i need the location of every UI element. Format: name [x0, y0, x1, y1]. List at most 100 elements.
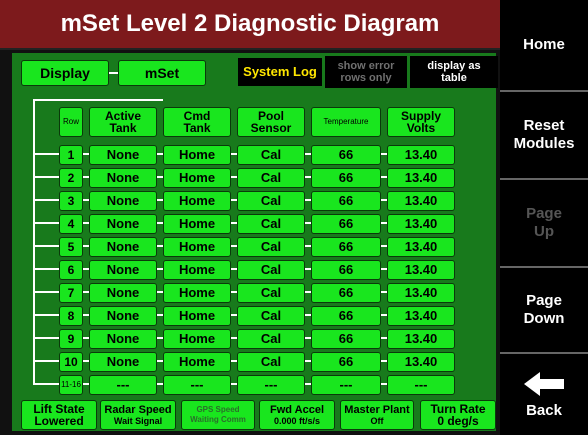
pool-sensor-cell: Cal — [237, 145, 305, 165]
tree-branch — [33, 176, 59, 178]
page-down-button[interactable]: Page Down — [500, 266, 588, 352]
row-number[interactable]: 4 — [59, 214, 83, 234]
cmd-tank-cell: Home — [163, 352, 231, 372]
page-down-line1: Page — [526, 292, 562, 309]
cmd-tank-cell: Home — [163, 306, 231, 326]
row-number[interactable]: 10 — [59, 352, 83, 372]
status-indicator: Turn Rate 0 deg/s — [420, 400, 496, 430]
header-cmd-tank: Cmd Tank — [163, 107, 231, 137]
pool-sensor-cell: Cal — [237, 329, 305, 349]
status-label: Master Plant — [344, 404, 410, 416]
supply-volts-cell: 13.40 — [387, 191, 455, 211]
page-up-line1: Page — [526, 205, 562, 222]
status-value: Wait Signal — [113, 416, 163, 426]
main-area: mSet Level 2 Diagnostic Diagram Display … — [0, 0, 500, 435]
cmd-tank-cell: Home — [163, 168, 231, 188]
reset-line2: Modules — [513, 135, 575, 152]
status-label: GPS Speed — [196, 405, 240, 414]
page-down-line2: Down — [523, 310, 565, 327]
status-value: Lowered — [34, 414, 84, 428]
pool-sensor-cell: Cal — [237, 168, 305, 188]
status-value: Off — [370, 416, 384, 426]
row-number[interactable]: 2 — [59, 168, 83, 188]
cmd-tank-cell: Home — [163, 329, 231, 349]
header-temperature: Temperature — [311, 107, 381, 137]
connector-line — [109, 72, 118, 74]
system-log-button[interactable]: System Log — [238, 58, 322, 86]
pool-sensor-cell: Cal — [237, 237, 305, 257]
temperature-cell: 66 — [311, 306, 381, 326]
row-number[interactable]: 1 — [59, 145, 83, 165]
supply-volts-cell: 13.40 — [387, 214, 455, 234]
active-tank-cell: None — [89, 306, 157, 326]
cmd-tank-cell: Home — [163, 237, 231, 257]
cmd-tank-cell: Home — [163, 260, 231, 280]
temperature-cell: 66 — [311, 237, 381, 257]
page-up-line2: Up — [534, 223, 554, 240]
supply-volts-cell: 13.40 — [387, 306, 455, 326]
temperature-cell: 66 — [311, 329, 381, 349]
page-up-button[interactable]: Page Up — [500, 178, 588, 266]
temperature-cell: 66 — [311, 283, 381, 303]
active-tank-cell: None — [89, 145, 157, 165]
left-arrow-icon — [524, 371, 564, 396]
temperature-cell: 66 — [311, 168, 381, 188]
row-number[interactable]: 9 — [59, 329, 83, 349]
temperature-cell: 66 — [311, 260, 381, 280]
page-title: mSet Level 2 Diagnostic Diagram — [0, 0, 500, 50]
reset-modules-button[interactable]: Reset Modules — [500, 90, 588, 178]
home-label: Home — [523, 36, 565, 53]
display-table-line1: display as — [427, 60, 481, 72]
cmd-tank-cell: Home — [163, 283, 231, 303]
tree-branch — [33, 268, 59, 270]
row-number[interactable]: 8 — [59, 306, 83, 326]
row-number[interactable]: 11-16 — [59, 375, 83, 395]
pool-sensor-cell: Cal — [237, 214, 305, 234]
status-label: Radar Speed — [104, 404, 172, 416]
home-button[interactable]: Home — [500, 0, 588, 90]
supply-volts-cell: 13.40 — [387, 329, 455, 349]
status-value: 0 deg/s — [437, 414, 479, 428]
back-button[interactable]: Back — [500, 352, 588, 435]
active-tank-cell: None — [89, 237, 157, 257]
mset-button[interactable]: mSet — [118, 60, 206, 86]
tree-branch — [33, 383, 59, 385]
supply-volts-cell: 13.40 — [387, 145, 455, 165]
display-button[interactable]: Display — [21, 60, 109, 86]
cmd-tank-cell: --- — [163, 375, 231, 395]
pool-sensor-cell: Cal — [237, 352, 305, 372]
header-active-tank: Active Tank — [89, 107, 157, 137]
row-number[interactable]: 6 — [59, 260, 83, 280]
cmd-tank-cell: Home — [163, 214, 231, 234]
row-number[interactable]: 7 — [59, 283, 83, 303]
header-supply-volts: Supply Volts — [387, 107, 455, 137]
tree-branch — [33, 314, 59, 316]
supply-volts-cell: 13.40 — [387, 352, 455, 372]
temperature-cell: 66 — [311, 191, 381, 211]
tree-branch — [33, 291, 59, 293]
show-error-rows-toggle[interactable]: show error rows only — [325, 56, 407, 88]
active-tank-cell: None — [89, 214, 157, 234]
temperature-cell: 66 — [311, 145, 381, 165]
cmd-tank-cell: Home — [163, 191, 231, 211]
pool-sensor-cell: Cal — [237, 283, 305, 303]
status-label: Fwd Accel — [270, 404, 324, 416]
row-number[interactable]: 5 — [59, 237, 83, 257]
header-active-tank-line2: Tank — [109, 121, 137, 135]
status-indicator: Master Plant Off — [340, 400, 414, 430]
cmd-tank-cell: Home — [163, 145, 231, 165]
tree-branch — [33, 199, 59, 201]
tree-branch — [33, 337, 59, 339]
header-pool-sensor: Pool Sensor — [237, 107, 305, 137]
display-as-table-button[interactable]: display as table — [410, 56, 498, 88]
supply-volts-cell: 13.40 — [387, 260, 455, 280]
status-indicator: Lift State Lowered — [21, 400, 97, 430]
active-tank-cell: --- — [89, 375, 157, 395]
status-value: 0.000 ft/s/s — [273, 416, 321, 426]
show-error-line1: show error — [337, 60, 395, 72]
header-pool-sensor-line2: Sensor — [250, 121, 292, 135]
row-number[interactable]: 3 — [59, 191, 83, 211]
status-indicator: Radar Speed Wait Signal — [100, 400, 176, 430]
pool-sensor-cell: Cal — [237, 306, 305, 326]
temperature-cell: 66 — [311, 214, 381, 234]
